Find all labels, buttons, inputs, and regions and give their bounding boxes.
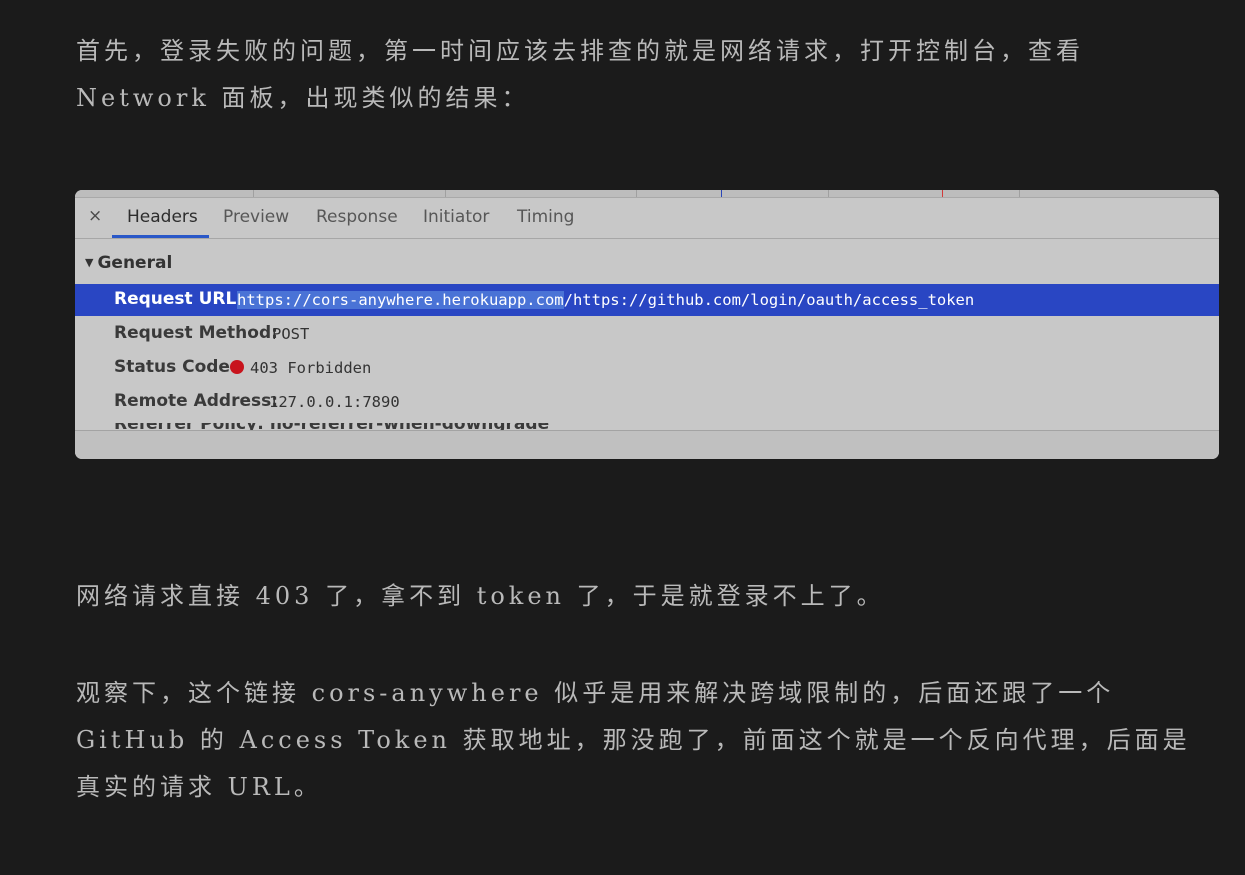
header-row-request-method: Request Method: POST [75,318,1219,350]
header-value: 403 Forbidden [230,359,371,377]
header-key: Remote Address: [114,391,279,411]
devtools-screenshot: × Headers Preview Response Initiator Tim… [75,190,1219,459]
devtools-tabbar: × Headers Preview Response Initiator Tim… [75,198,1219,239]
timeline-marker-blue [721,190,722,197]
header-row-request-url[interactable]: Request URL: https://cors-anywhere.herok… [75,284,1219,316]
article-paragraph-analysis: 观察下，这个链接 cors-anywhere 似乎是用来解决跨域限制的，后面还跟… [76,679,1191,801]
tab-initiator[interactable]: Initiator [423,207,489,227]
tab-preview[interactable]: Preview [223,207,289,227]
timeline-tick [828,190,829,197]
header-key: Status Code: [114,357,237,377]
timeline-marker-red [942,190,943,197]
header-key: Request Method: [114,323,278,343]
article-paragraph-intro: 首先，登录失败的问题，第一时间应该去排查的就是网络请求，打开控制台，查看 Net… [76,37,1084,112]
header-row-remote-address: Remote Address: 127.0.0.1:7890 [75,386,1219,418]
timeline-strip [75,190,1219,198]
timeline-tick [445,190,446,197]
timeline-tick [253,190,254,197]
section-title: General [97,253,173,273]
close-icon[interactable]: × [88,206,102,226]
timeline-tick [1019,190,1020,197]
url-rest: /https://github.com/login/oauth/access_t… [563,291,975,309]
timeline-tick [636,190,637,197]
status-error-icon [230,360,244,374]
tab-response[interactable]: Response [316,207,398,227]
tab-headers[interactable]: Headers [127,207,198,227]
triangle-down-icon: ▼ [85,256,94,269]
article-paragraph-result: 网络请求直接 403 了，拿不到 token 了，于是就登录不上了。 [76,582,885,610]
header-value: POST [272,325,310,343]
header-row-status-code: Status Code: 403 Forbidden [75,352,1219,384]
header-value: 127.0.0.1:7890 [269,393,400,411]
status-text: 403 Forbidden [250,359,372,377]
tab-timing[interactable]: Timing [517,207,574,227]
header-key: Request URL: [114,289,244,309]
header-value[interactable]: https://cors-anywhere.herokuapp.com/http… [237,291,974,309]
general-section-header[interactable]: ▼ General [85,253,172,273]
devtools-bottom-bar [75,430,1219,459]
selected-text: https://cors-anywhere.herokuapp.com [237,291,564,309]
active-tab-indicator [112,235,209,238]
